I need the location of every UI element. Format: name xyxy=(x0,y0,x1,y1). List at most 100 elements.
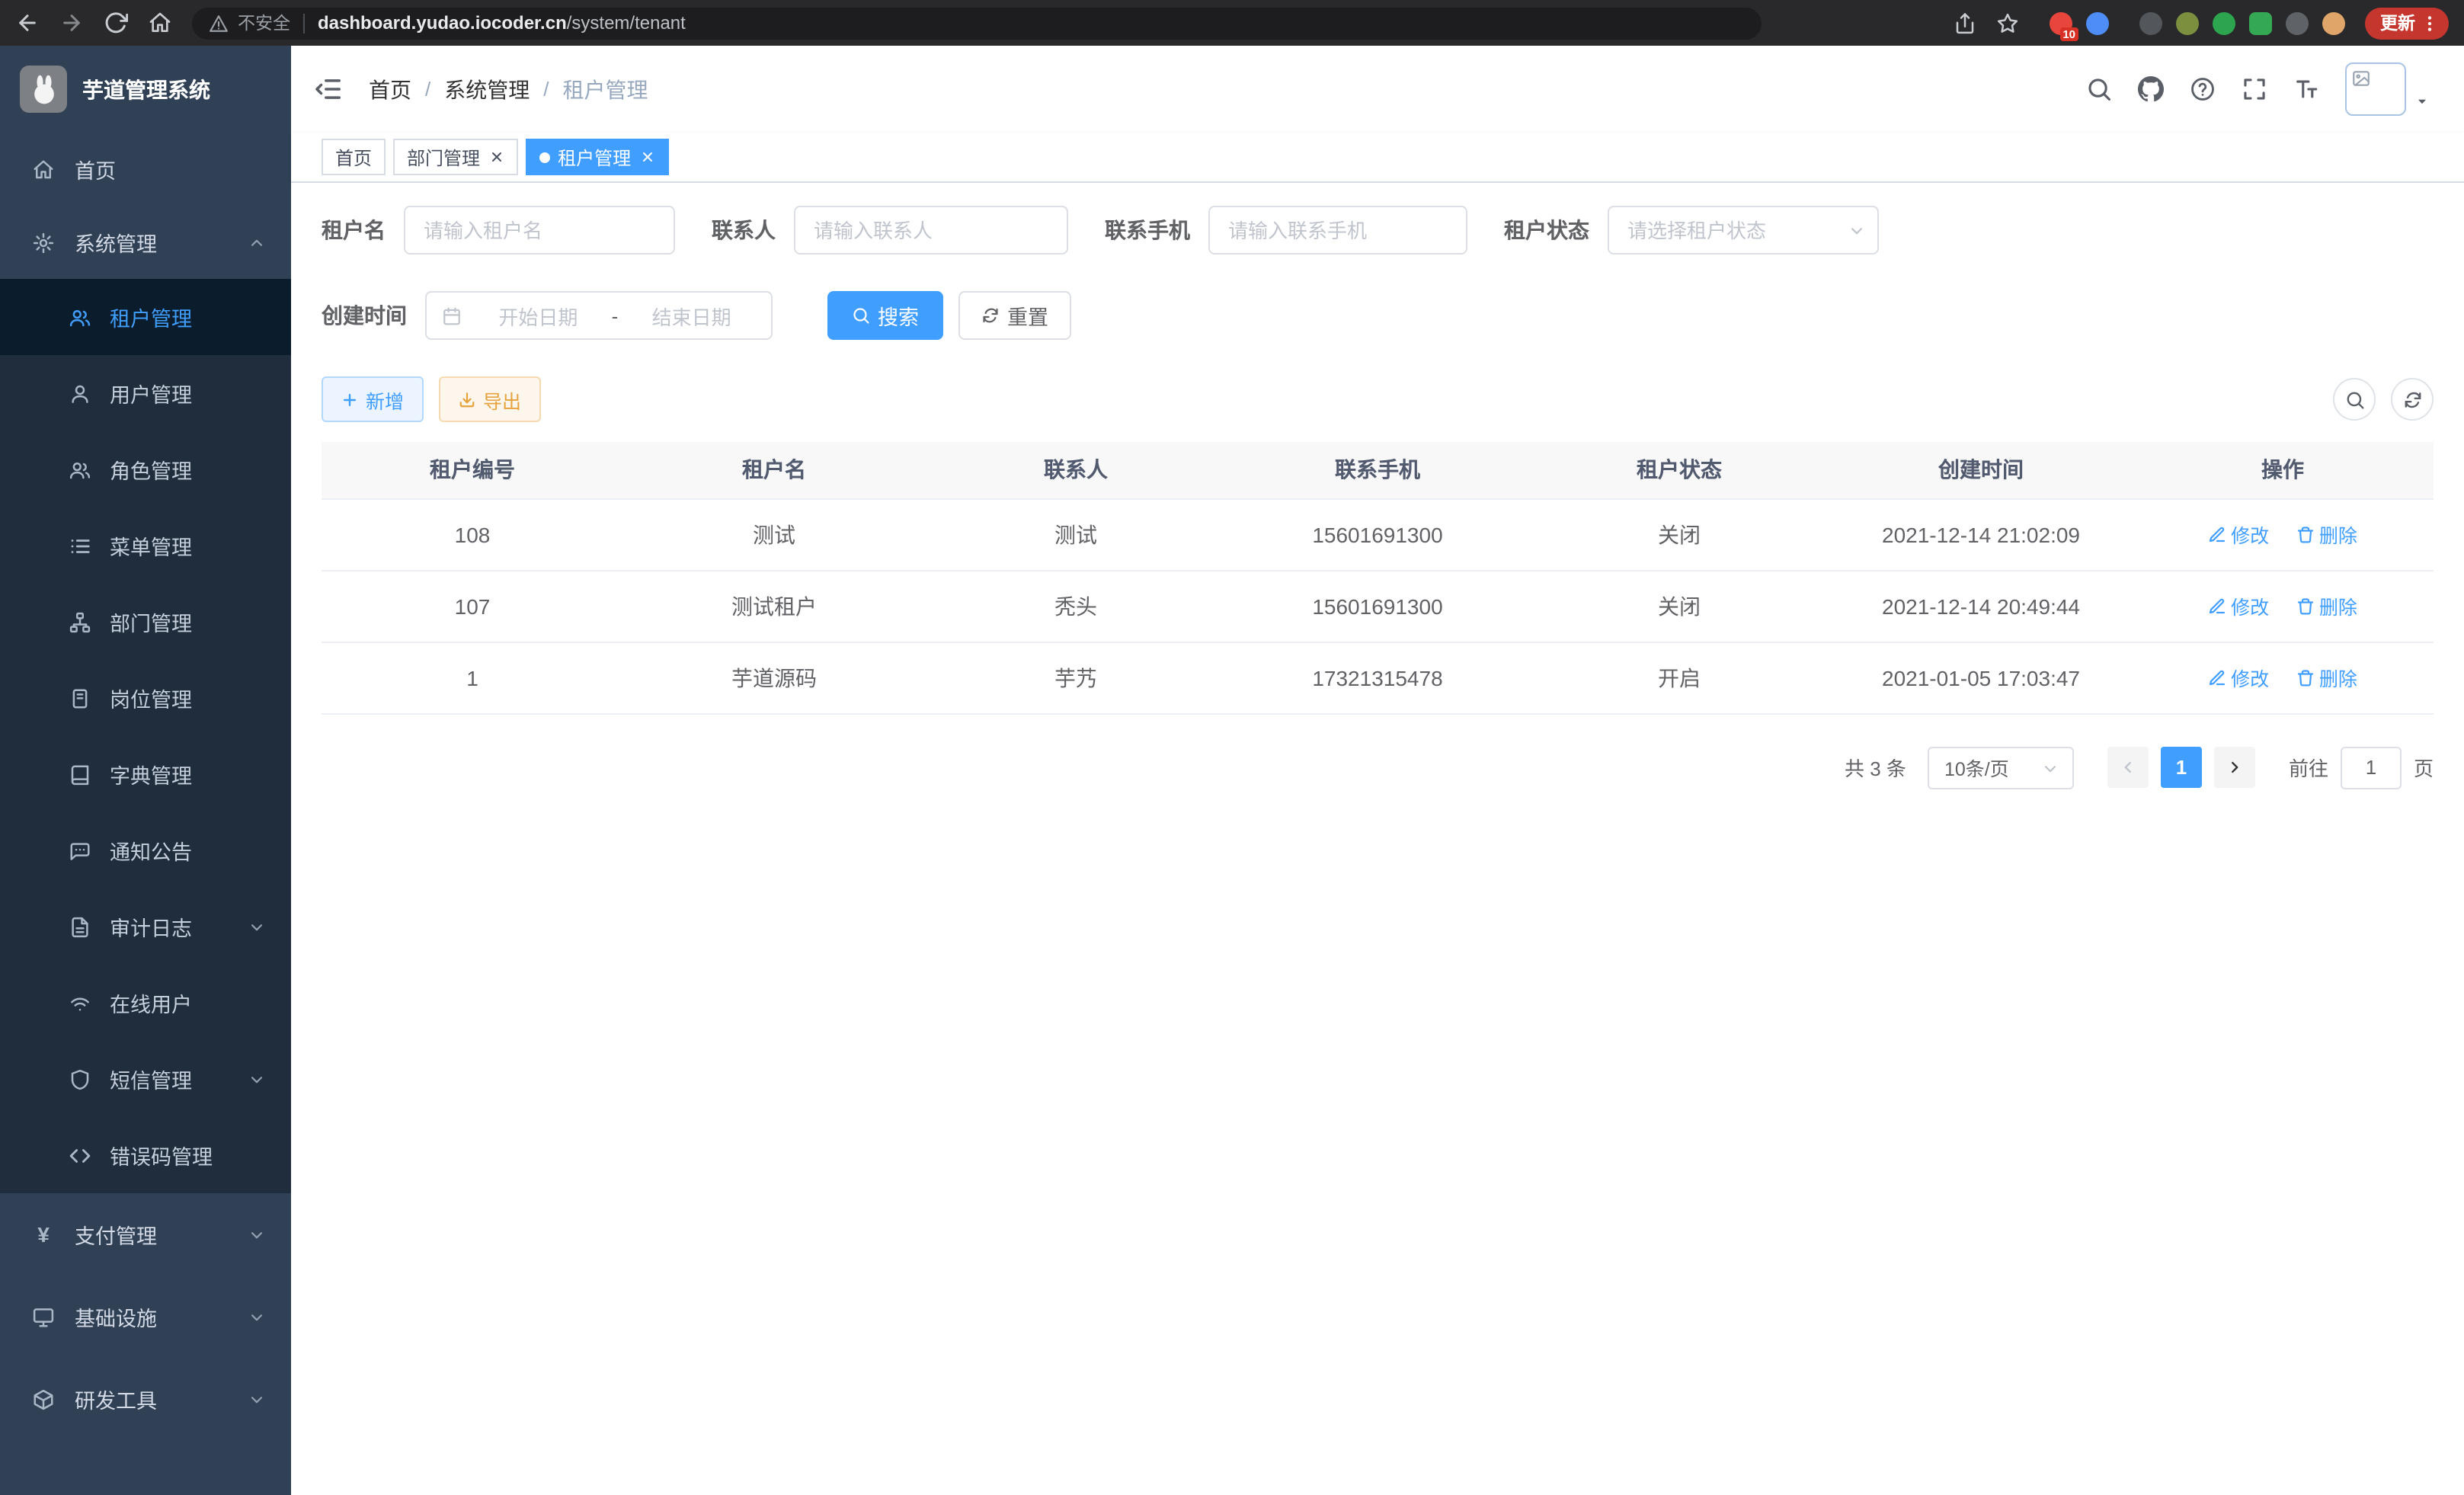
reset-button[interactable]: 重置 xyxy=(958,291,1071,340)
filter-create-time: 创建时间 开始日期 - 结束日期 xyxy=(322,291,773,340)
extension-icon-green[interactable] xyxy=(2213,11,2235,34)
sidebar-item-online-user[interactable]: 在线用户 xyxy=(0,965,291,1041)
browser-forward-icon[interactable] xyxy=(59,11,84,35)
search-icon xyxy=(2344,389,2364,409)
search-button[interactable]: 搜索 xyxy=(827,291,943,340)
show-search-toggle-button[interactable] xyxy=(2333,378,2376,421)
sidebar-item-audit-log[interactable]: 审计日志 xyxy=(0,888,291,965)
sidebar-item-infra[interactable]: 基础设施 xyxy=(0,1276,291,1358)
tab-close-icon[interactable] xyxy=(489,149,504,165)
fullscreen-icon[interactable] xyxy=(2242,76,2267,102)
phone-input[interactable] xyxy=(1208,206,1467,255)
tenant-name-input[interactable] xyxy=(404,206,675,255)
sidebar-item-label: 错误码管理 xyxy=(110,1140,213,1170)
extension-icon-olive[interactable] xyxy=(2176,11,2199,34)
calendar-icon xyxy=(442,306,462,325)
refresh-table-button[interactable] xyxy=(2391,378,2434,421)
header-search-icon[interactable] xyxy=(2086,76,2112,102)
sidebar-item-system[interactable]: 系统管理 xyxy=(0,206,291,279)
table-row: 107 测试租户 秃头 15601691300 关闭 2021-12-14 20… xyxy=(322,570,2434,642)
goto-page-input[interactable] xyxy=(2341,746,2402,789)
tab-close-icon[interactable] xyxy=(640,149,655,165)
monitor-icon xyxy=(32,1305,55,1328)
browser-menu-icon[interactable] xyxy=(2420,13,2440,33)
goto-page: 前往 页 xyxy=(2289,746,2434,789)
sidebar-item-notice[interactable]: 通知公告 xyxy=(0,812,291,888)
sidebar-item-dept[interactable]: 部门管理 xyxy=(0,584,291,660)
tab-home[interactable]: 首页 xyxy=(322,139,386,175)
search-icon xyxy=(852,306,870,325)
sidebar-item-devtools[interactable]: 研发工具 xyxy=(0,1358,291,1440)
breadcrumb-home[interactable]: 首页 xyxy=(369,74,411,104)
font-size-icon[interactable] xyxy=(2293,76,2319,102)
edit-action[interactable]: 修改 xyxy=(2208,591,2269,620)
search-button-label: 搜索 xyxy=(878,300,919,331)
prev-page-button[interactable] xyxy=(2107,747,2149,788)
tenant-table: 租户编号 租户名 联系人 联系手机 租户状态 创建时间 操作 108 测试 测试… xyxy=(322,442,2434,714)
sidebar-item-label: 角色管理 xyxy=(110,454,192,485)
end-date-placeholder[interactable]: 结束日期 xyxy=(627,301,756,330)
delete-action[interactable]: 删除 xyxy=(2296,520,2357,549)
pagination: 共 3 条 10条/页 1 前往 页 xyxy=(322,746,2434,789)
sidebar-item-dict[interactable]: 字典管理 xyxy=(0,736,291,812)
app-title: 芋道管理系统 xyxy=(82,74,210,104)
breadcrumb-system[interactable]: 系统管理 xyxy=(444,74,530,104)
browser-reload-icon[interactable] xyxy=(104,11,128,35)
extensions-puzzle-icon[interactable] xyxy=(2286,11,2309,34)
page-size-select[interactable]: 10条/页 xyxy=(1928,746,2074,789)
sidebar-item-label: 基础设施 xyxy=(75,1301,157,1332)
share-icon[interactable] xyxy=(1954,11,1976,34)
current-page-button[interactable]: 1 xyxy=(2161,747,2202,788)
add-button[interactable]: 新增 xyxy=(322,376,424,422)
tab-tenant[interactable]: 租户管理 xyxy=(526,139,669,175)
edit-action[interactable]: 修改 xyxy=(2208,663,2269,692)
plus-icon xyxy=(341,391,358,408)
user-avatar[interactable] xyxy=(2345,62,2406,116)
table-tools xyxy=(2318,378,2434,421)
delete-action[interactable]: 删除 xyxy=(2296,591,2357,620)
sidebar-item-tenant[interactable]: 租户管理 xyxy=(0,279,291,355)
cell-tenant-name: 芋道源码 xyxy=(623,642,925,713)
address-bar[interactable]: 不安全 dashboard.yudao.iocoder.cn/system/te… xyxy=(192,7,1762,39)
date-range-picker[interactable]: 开始日期 - 结束日期 xyxy=(425,291,773,340)
edit-action[interactable]: 修改 xyxy=(2208,520,2269,549)
sidebar-item-user[interactable]: 用户管理 xyxy=(0,355,291,431)
extension-icon-red[interactable]: 10 xyxy=(2050,11,2072,34)
help-question-icon[interactable] xyxy=(2190,76,2216,102)
sidebar-item-label: 研发工具 xyxy=(75,1384,157,1414)
sidebar-item-sms[interactable]: 短信管理 xyxy=(0,1041,291,1117)
sidebar-item-post[interactable]: 岗位管理 xyxy=(0,660,291,736)
tab-dept[interactable]: 部门管理 xyxy=(393,139,518,175)
profile-avatar-icon[interactable] xyxy=(2322,11,2345,34)
browser-update-button[interactable]: 更新 xyxy=(2365,7,2449,39)
browser-back-icon[interactable] xyxy=(15,11,40,35)
sidebar-item-role[interactable]: 角色管理 xyxy=(0,431,291,507)
extension-icon-dark[interactable] xyxy=(2139,11,2162,34)
cell-created: 2021-12-14 21:02:09 xyxy=(1830,498,2132,570)
delete-label: 删除 xyxy=(2319,591,2357,620)
sidebar-item-home[interactable]: 首页 xyxy=(0,133,291,206)
extension-icon-green-square[interactable] xyxy=(2249,11,2272,34)
contact-input[interactable] xyxy=(794,206,1068,255)
menu-fold-icon[interactable] xyxy=(314,75,343,104)
bookmark-star-icon[interactable] xyxy=(1996,11,2019,34)
sidebar-item-label: 在线用户 xyxy=(110,988,192,1018)
table-row: 1 芋道源码 芋艿 17321315478 开启 2021-01-05 17:0… xyxy=(322,642,2434,713)
start-date-placeholder[interactable]: 开始日期 xyxy=(474,301,603,330)
extension-icon-blue[interactable] xyxy=(2086,11,2109,34)
github-icon[interactable] xyxy=(2138,76,2164,102)
browser-home-icon[interactable] xyxy=(148,11,172,35)
sidebar-item-payment[interactable]: ¥ 支付管理 xyxy=(0,1193,291,1276)
sidebar-item-error-code[interactable]: 错误码管理 xyxy=(0,1117,291,1193)
broken-image-icon xyxy=(2351,69,2371,88)
status-select-input[interactable] xyxy=(1608,206,1879,255)
cell-phone: 15601691300 xyxy=(1227,498,1528,570)
status-select[interactable] xyxy=(1608,206,1879,255)
avatar-caret-down-icon[interactable] xyxy=(2414,93,2430,110)
export-button[interactable]: 导出 xyxy=(439,376,541,422)
table-header-row: 租户编号 租户名 联系人 联系手机 租户状态 创建时间 操作 xyxy=(322,442,2434,498)
audit-log-icon xyxy=(69,915,91,938)
sidebar-item-menu[interactable]: 菜单管理 xyxy=(0,507,291,584)
delete-action[interactable]: 删除 xyxy=(2296,663,2357,692)
next-page-button[interactable] xyxy=(2214,747,2255,788)
